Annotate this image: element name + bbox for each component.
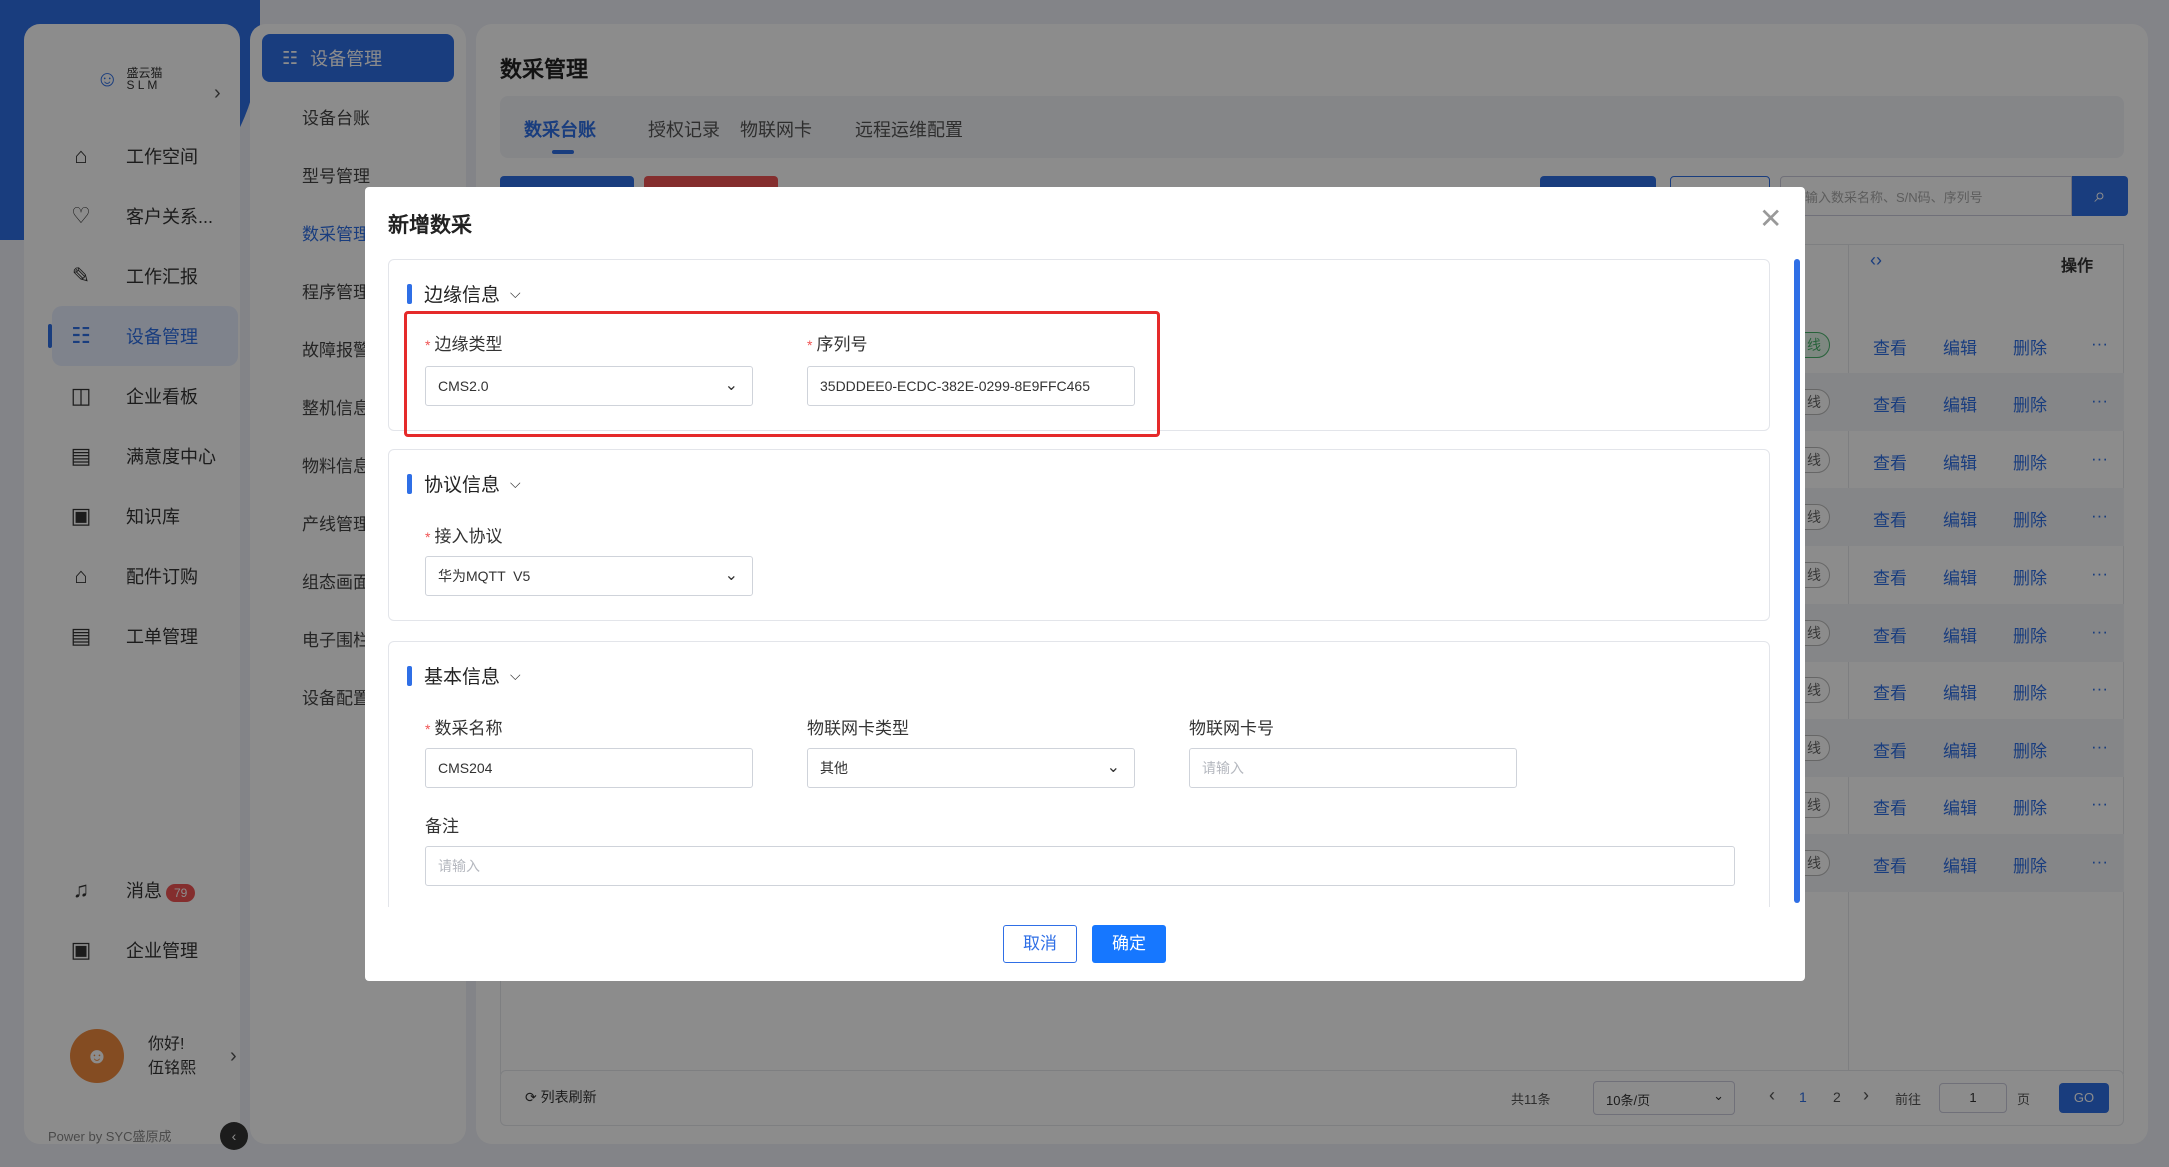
card-number-label: 物联网卡号 bbox=[1189, 719, 1274, 738]
access-protocol-label: * 接入协议 bbox=[425, 522, 502, 547]
section-basic-title[interactable]: 基本信息 ⌵ bbox=[407, 662, 521, 689]
card-number-input[interactable]: 请输入 bbox=[1189, 748, 1517, 788]
confirm-button[interactable]: 确定 bbox=[1092, 925, 1166, 963]
chevron-down-icon: ⌵ bbox=[510, 285, 521, 301]
card-type-value: 其他 bbox=[820, 760, 848, 776]
section-title-text: 协议信息 bbox=[424, 475, 501, 496]
card-type-select[interactable]: 其他 ⌄ bbox=[807, 748, 1135, 788]
dialog-title: 新增数采 bbox=[388, 214, 472, 237]
chevron-down-icon: ⌵ bbox=[510, 667, 521, 683]
remark-label: 备注 bbox=[425, 817, 459, 836]
close-icon[interactable]: ✕ bbox=[1759, 205, 1782, 233]
section-marker bbox=[407, 283, 412, 304]
add-collector-dialog: 新增数采 ✕ 边缘信息 ⌵ * 边缘类型 CMS2.0 ⌄ * 序列号 35DDDEE… bbox=[365, 187, 1805, 981]
access-protocol-label-text: 接入协议 bbox=[434, 527, 503, 546]
highlight-box bbox=[404, 311, 1160, 437]
section-marker bbox=[407, 473, 412, 494]
chevron-down-icon: ⌄ bbox=[724, 567, 738, 584]
collector-name-label: * 数采名称 bbox=[425, 714, 502, 739]
collector-name-input[interactable]: CMS204 bbox=[425, 748, 753, 788]
remark-input[interactable]: 请输入 bbox=[425, 846, 1735, 886]
collector-name-label-text: 数采名称 bbox=[434, 719, 503, 738]
cancel-button[interactable]: 取消 bbox=[1003, 925, 1077, 963]
chevron-down-icon: ⌵ bbox=[510, 475, 521, 491]
section-title-text: 边缘信息 bbox=[424, 285, 501, 306]
section-protocol-info: 协议信息 ⌵ * 接入协议 华为MQTT V5 ⌄ bbox=[388, 449, 1770, 621]
section-protocol-title[interactable]: 协议信息 ⌵ bbox=[407, 470, 521, 497]
section-title-text: 基本信息 bbox=[424, 667, 501, 688]
card-type-label: 物联网卡类型 bbox=[807, 719, 909, 738]
access-protocol-value: 华为MQTT V5 bbox=[438, 568, 531, 584]
access-protocol-select[interactable]: 华为MQTT V5 ⌄ bbox=[425, 556, 753, 596]
required-mark: * bbox=[425, 529, 431, 545]
section-basic-info: 基本信息 ⌵ * 数采名称 CMS204 物联网卡类型 其他 ⌄ 物联网卡号 请输入… bbox=[388, 641, 1770, 907]
required-mark: * bbox=[425, 721, 431, 737]
dialog-scrollbar[interactable] bbox=[1794, 259, 1800, 903]
scroll-thumb[interactable] bbox=[1794, 259, 1800, 903]
section-edge-title[interactable]: 边缘信息 ⌵ bbox=[407, 280, 521, 307]
chevron-down-icon: ⌄ bbox=[1106, 759, 1120, 776]
section-marker bbox=[407, 665, 412, 686]
